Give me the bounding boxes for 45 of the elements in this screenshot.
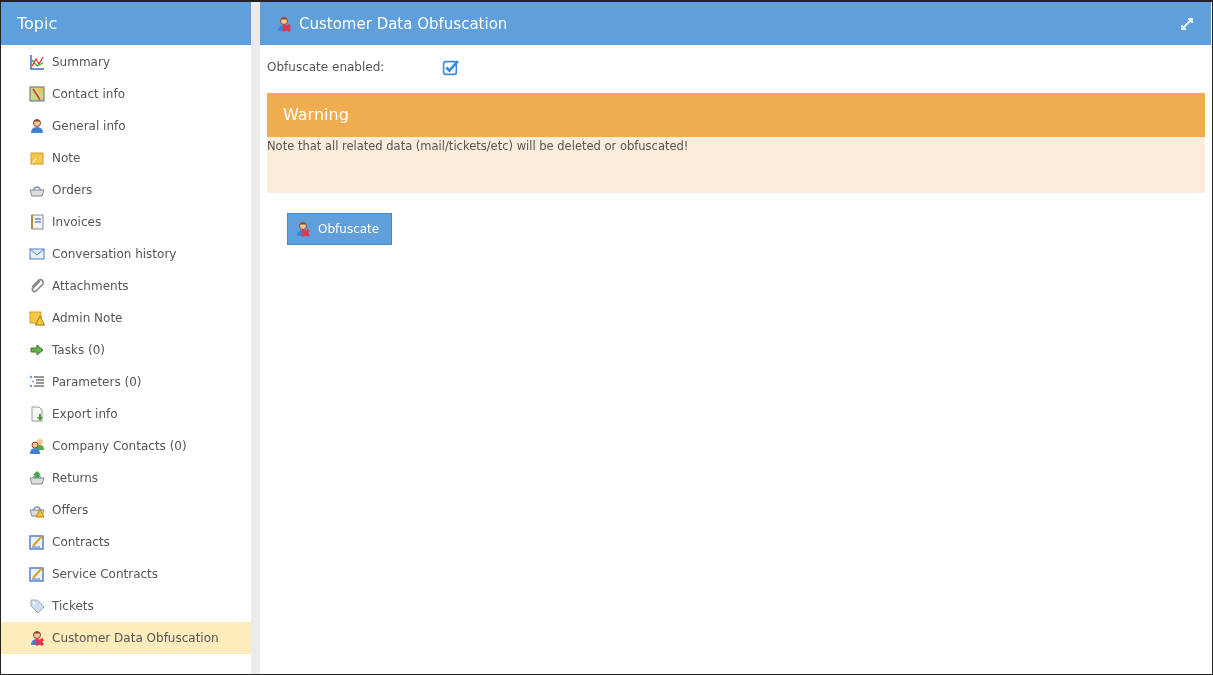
sidebar-item[interactable]: Service Contracts <box>1 558 251 590</box>
panel-title: Customer Data Obfuscation <box>299 14 509 33</box>
sidebar-item[interactable]: Attachments <box>1 270 251 302</box>
arrow-icon <box>29 342 45 358</box>
sidebar-item[interactable]: Contracts <box>1 526 251 558</box>
field-label: Obfuscate enabled: <box>267 60 386 74</box>
tag-icon <box>29 598 45 614</box>
sidebar-item[interactable]: Conversation history <box>1 238 251 270</box>
sidebar-item[interactable]: Export info <box>1 398 251 430</box>
sidebar-item[interactable]: Customer Data Obfuscation <box>1 622 251 654</box>
person-cross-icon <box>295 221 311 237</box>
basket-arrow-icon <box>29 470 45 486</box>
list-icon <box>29 374 45 390</box>
document-pen-icon <box>29 566 45 582</box>
sidebar-item[interactable]: Orders <box>1 174 251 206</box>
document-pen-icon <box>29 534 45 550</box>
sidebar-item[interactable]: Invoices <box>1 206 251 238</box>
envelope-icon <box>29 246 45 262</box>
person-icon <box>29 118 45 134</box>
person-cross-icon <box>276 15 292 32</box>
map-icon <box>29 86 45 102</box>
sidebar-item[interactable]: Returns <box>1 462 251 494</box>
sidebar-item[interactable]: Tickets <box>1 590 251 622</box>
sidebar-item[interactable]: Note <box>1 142 251 174</box>
warning-title: Warning <box>267 93 1205 137</box>
note-icon <box>29 150 45 166</box>
sidebar-title: Topic <box>1 2 251 45</box>
warning-message: Note that all related data (mail/tickets/etc) will be deleted or obfuscated! <box>267 138 690 153</box>
sidebar-item[interactable]: Contact info <box>1 78 251 110</box>
note-warning-icon <box>29 310 45 326</box>
checkbox[interactable] <box>442 58 459 76</box>
paperclip-icon <box>29 278 45 294</box>
sidebar-item[interactable]: Summary <box>1 46 251 78</box>
sidebar-item[interactable]: Admin Note <box>1 302 251 334</box>
chart-icon <box>29 54 45 70</box>
expand-icon[interactable] <box>1179 15 1195 32</box>
sidebar-item[interactable]: Tasks (0) <box>1 334 251 366</box>
sidebar-item[interactable]: Offers <box>1 494 251 526</box>
person-cross-icon <box>29 630 45 646</box>
notebook-icon <box>29 214 45 230</box>
sidebar-item[interactable]: Parameters (0) <box>1 366 251 398</box>
sidebar-item[interactable]: General info <box>1 110 251 142</box>
sidebar-item[interactable]: Company Contacts (0) <box>1 430 251 462</box>
document-arrow-icon <box>29 406 45 422</box>
people-icon <box>29 438 45 454</box>
